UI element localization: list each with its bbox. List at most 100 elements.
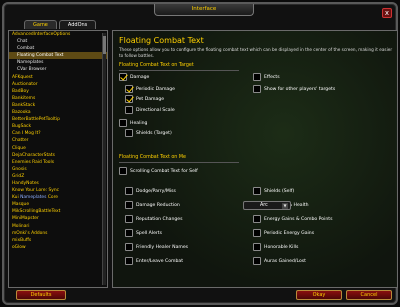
- sidebar-item[interactable]: Auctionator: [9, 81, 107, 88]
- tab-bar: Game AddOns: [24, 20, 97, 29]
- checkbox[interactable]: [253, 257, 261, 265]
- option-label: Periodic Damage: [136, 86, 175, 92]
- option-row[interactable]: Friendly Healer Names: [125, 243, 188, 251]
- sidebar-item[interactable]: Chat: [9, 38, 107, 45]
- sidebar-item[interactable]: BankStack: [9, 102, 107, 109]
- sidebar-item[interactable]: Bazooka: [9, 109, 107, 116]
- checkbox[interactable]: [119, 167, 127, 175]
- checkbox[interactable]: [125, 257, 133, 265]
- option-label: Shields (Self): [264, 188, 295, 194]
- cancel-button[interactable]: Cancel: [346, 290, 392, 300]
- option-row[interactable]: Honorable Kills: [253, 243, 298, 251]
- tab-game[interactable]: Game: [24, 20, 57, 29]
- sidebar-item[interactable]: HandyNotes: [9, 180, 107, 187]
- okay-button[interactable]: Okay: [296, 290, 342, 300]
- defaults-button[interactable]: Defaults: [16, 290, 66, 300]
- checkbox[interactable]: [253, 243, 261, 251]
- sidebar-item[interactable]: Kui Nameplates Core: [9, 194, 107, 201]
- checkbox[interactable]: [125, 129, 133, 137]
- checkbox[interactable]: [125, 229, 133, 237]
- option-row[interactable]: Damage: [119, 73, 149, 81]
- sidebar-item[interactable]: Gnosis: [9, 166, 107, 173]
- option-row[interactable]: Pet Damage: [125, 95, 164, 103]
- me-section-divider: [119, 162, 239, 163]
- sidebar-item[interactable]: AFKquest: [9, 74, 107, 81]
- sidebar-item[interactable]: mixBuffs: [9, 237, 107, 244]
- scroll-direction-dropdown[interactable]: Arc ▼: [243, 201, 291, 210]
- checkbox[interactable]: [125, 95, 133, 103]
- option-row[interactable]: Auras Gained/Lost: [253, 257, 306, 265]
- option-row[interactable]: Show for other players' targets: [253, 85, 335, 93]
- sidebar-item[interactable]: oGlow: [9, 244, 107, 251]
- option-row[interactable]: Directional Scale: [125, 106, 175, 114]
- option-label: Energy Gains & Combo Points: [264, 216, 333, 222]
- checkbox[interactable]: [125, 243, 133, 251]
- sidebar-item[interactable]: BadBoy: [9, 88, 107, 95]
- option-row[interactable]: Reputation Changes: [125, 215, 183, 223]
- sidebar-item-highlight: Nameplates: [20, 195, 47, 201]
- sidebar-item[interactable]: DejaCharacterStats: [9, 152, 107, 159]
- sidebar-item[interactable]: MiniMapster: [9, 215, 107, 222]
- checkbox[interactable]: [253, 85, 261, 93]
- chevron-down-icon[interactable]: ▼: [282, 203, 288, 209]
- sidebar-item[interactable]: Masque: [9, 201, 107, 208]
- option-label: Shields (Target): [136, 130, 172, 136]
- checkbox[interactable]: [125, 215, 133, 223]
- checkbox[interactable]: [125, 187, 133, 195]
- option-row[interactable]: Periodic Damage: [125, 85, 175, 93]
- checkbox[interactable]: [253, 187, 261, 195]
- sidebar-item[interactable]: CVar Browser: [9, 66, 107, 73]
- panel-description: These options allow you to configure the…: [119, 47, 393, 58]
- option-label: Pet Damage: [136, 96, 165, 102]
- sidebar-item[interactable]: Molinari: [9, 223, 107, 230]
- sidebar-item[interactable]: Floating Combat Text: [9, 52, 107, 60]
- option-row[interactable]: Damage Reduction: [125, 201, 180, 209]
- sidebar-item[interactable]: Can I Mog It?: [9, 130, 107, 137]
- target-section-heading: Floating Combat Text on Target: [119, 63, 194, 68]
- checkbox[interactable]: [125, 85, 133, 93]
- close-button[interactable]: x: [382, 8, 392, 18]
- sidebar-item[interactable]: mOnki's Addons: [9, 230, 107, 237]
- option-row[interactable]: Effects: [253, 73, 280, 81]
- sidebar-item[interactable]: Bankitems: [9, 95, 107, 102]
- checkbox[interactable]: [253, 73, 261, 81]
- checkbox[interactable]: [253, 215, 261, 223]
- sidebar-scroll-thumb[interactable]: [103, 36, 106, 54]
- checkbox[interactable]: [119, 119, 127, 127]
- option-row[interactable]: Healing: [119, 119, 147, 127]
- window-title: Interface: [154, 4, 254, 16]
- sidebar-item[interactable]: Combat: [9, 45, 107, 52]
- tab-addons[interactable]: AddOns: [58, 20, 97, 29]
- sidebar-scrollbar[interactable]: [102, 33, 106, 285]
- sidebar-item[interactable]: BetterBattlePetTooltip: [9, 116, 107, 123]
- checkbox[interactable]: [125, 201, 133, 209]
- option-row[interactable]: Enter/Leave Combat: [125, 257, 183, 265]
- dropdown-value: Arc: [260, 203, 268, 208]
- sidebar-item[interactable]: GridZ: [9, 173, 107, 180]
- checkbox[interactable]: [119, 73, 127, 81]
- option-row[interactable]: Energy Gains & Combo Points: [253, 215, 332, 223]
- checkbox[interactable]: [253, 229, 261, 237]
- option-label: Spell Alerts: [136, 230, 162, 236]
- option-row[interactable]: Shields (Self): [253, 187, 294, 195]
- sidebar-item[interactable]: BugSack: [9, 123, 107, 130]
- sidebar-item[interactable]: Know Your Lore: Sync: [9, 187, 107, 194]
- option-row[interactable]: Periodic Energy Gains: [253, 229, 314, 237]
- sidebar-item[interactable]: AdvancedInterfaceOptions: [9, 31, 107, 38]
- sidebar-item[interactable]: Nameplates: [9, 59, 107, 66]
- option-label: Damage Reduction: [136, 202, 180, 208]
- option-label: Periodic Energy Gains: [264, 230, 315, 236]
- interface-window: Interface x Game AddOns AdvancedInterfac…: [2, 2, 398, 305]
- checkbox[interactable]: [125, 106, 133, 114]
- option-label: Show for other players' targets: [264, 86, 336, 92]
- option-row[interactable]: Scrolling Combat Text for Self: [119, 167, 198, 175]
- option-row[interactable]: Dodge/Parry/Miss: [125, 187, 176, 195]
- sidebar-item[interactable]: MikScrollingBattleText: [9, 208, 107, 215]
- option-row[interactable]: Spell Alerts: [125, 229, 162, 237]
- sidebar-item[interactable]: Clique: [9, 145, 107, 152]
- option-row[interactable]: Shields (Target): [125, 129, 172, 137]
- sidebar-item[interactable]: Enemies Raid Tools: [9, 159, 107, 166]
- option-label: Damage: [130, 74, 150, 80]
- option-label: Reputation Changes: [136, 216, 183, 222]
- sidebar-item[interactable]: Chatter: [9, 137, 107, 144]
